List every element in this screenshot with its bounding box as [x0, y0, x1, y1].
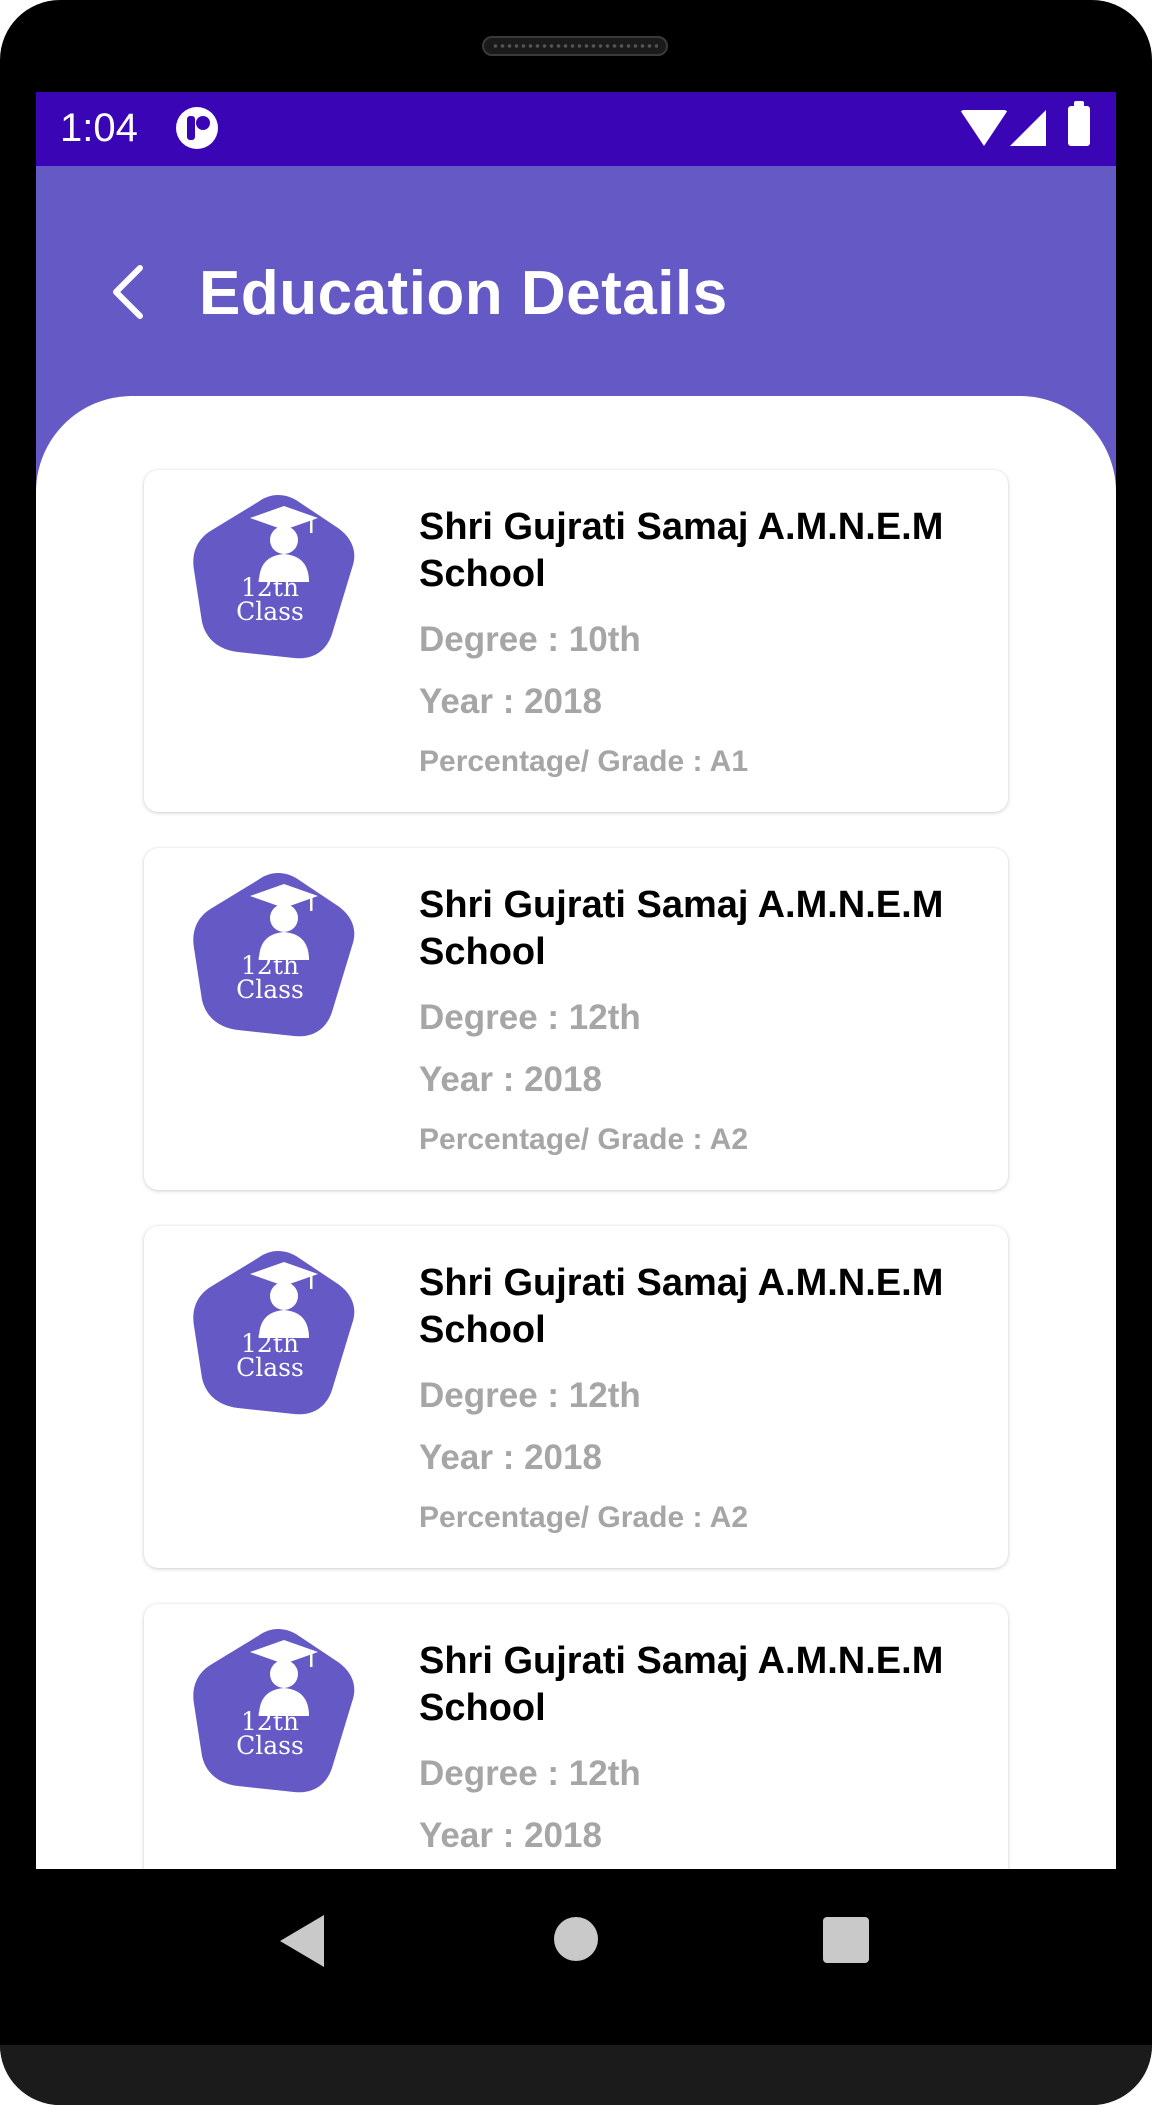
- signal-icon: [1010, 110, 1046, 146]
- badge-label-line2: Class: [236, 597, 304, 626]
- device-bottom-bezel: [0, 2045, 1152, 2105]
- class-badge: 12th Class: [193, 494, 355, 659]
- year-text: Year : 2018: [419, 682, 602, 721]
- degree-text: Degree : 12th: [419, 998, 641, 1037]
- app-screen: 1:04 Education Details 12th Class Shri G…: [36, 92, 1116, 1869]
- status-bar: 1:04: [36, 92, 1116, 166]
- school-name: Shri Gujrati Samaj A.M.N.E.M School: [419, 884, 944, 973]
- grade-text: Percentage/ Grade : A2: [419, 1123, 749, 1156]
- education-card[interactable]: 12th Class Shri Gujrati Samaj A.M.N.E.M …: [144, 1604, 1008, 1869]
- grade-text: Percentage/ Grade : A1: [419, 745, 749, 778]
- year-text: Year : 2018: [419, 1060, 602, 1099]
- badge-label-line2: Class: [236, 1731, 304, 1760]
- school-name: Shri Gujrati Samaj A.M.N.E.M School: [419, 1262, 944, 1351]
- nav-recents-icon[interactable]: [823, 1917, 869, 1963]
- status-time: 1:04: [60, 106, 138, 150]
- class-badge: 12th Class: [193, 1628, 355, 1793]
- wifi-icon: [960, 110, 1008, 146]
- badge-label-line2: Class: [236, 1353, 304, 1382]
- degree-text: Degree : 12th: [419, 1754, 641, 1793]
- year-text: Year : 2018: [419, 1816, 602, 1855]
- class-badge: 12th Class: [193, 1250, 355, 1415]
- earpiece-speaker: [482, 36, 668, 56]
- battery-icon: [1068, 101, 1090, 146]
- badge-label-line2: Class: [236, 975, 304, 1004]
- system-nav-bar: [0, 1869, 1152, 2045]
- degree-text: Degree : 12th: [419, 1376, 641, 1415]
- education-card[interactable]: 12th Class Shri Gujrati Samaj A.M.N.E.M …: [144, 1226, 1008, 1568]
- nav-back-icon[interactable]: [280, 1915, 324, 1967]
- education-card[interactable]: 12th Class Shri Gujrati Samaj A.M.N.E.M …: [144, 470, 1008, 812]
- app-bar: Education Details: [36, 166, 1116, 396]
- year-text: Year : 2018: [419, 1438, 602, 1477]
- page-title: Education Details: [199, 259, 728, 328]
- grade-text: Percentage/ Grade : A2: [419, 1501, 749, 1534]
- class-badge: 12th Class: [193, 872, 355, 1037]
- school-name: Shri Gujrati Samaj A.M.N.E.M School: [419, 1640, 944, 1729]
- education-card[interactable]: 12th Class Shri Gujrati Samaj A.M.N.E.M …: [144, 848, 1008, 1190]
- device-frame: 1:04 Education Details 12th Class Shri G…: [0, 0, 1152, 2105]
- degree-text: Degree : 10th: [419, 620, 641, 659]
- education-list: 12th Class Shri Gujrati Samaj A.M.N.E.M …: [36, 396, 1116, 1869]
- app-notification-icon: [176, 107, 218, 149]
- school-name: Shri Gujrati Samaj A.M.N.E.M School: [419, 506, 944, 595]
- nav-home-icon[interactable]: [554, 1917, 598, 1961]
- chevron-left-icon[interactable]: [102, 262, 162, 322]
